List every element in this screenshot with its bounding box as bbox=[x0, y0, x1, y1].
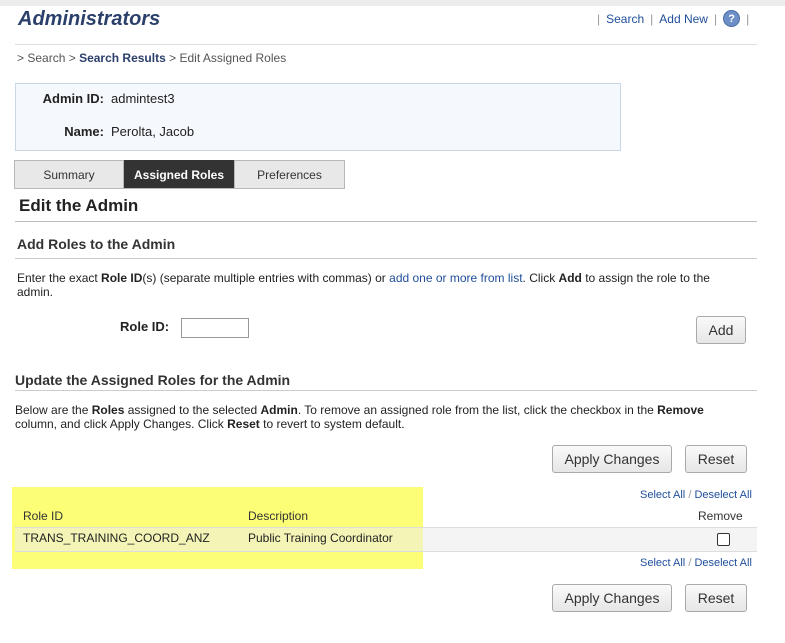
remove-checkbox[interactable] bbox=[717, 533, 730, 546]
breadcrumb-search[interactable]: Search bbox=[27, 51, 65, 65]
admin-info-box: Admin ID: admintest3 Name: Perolta, Jaco… bbox=[15, 83, 621, 151]
admin-name-value: Perolta, Jacob bbox=[111, 124, 195, 139]
tab-summary[interactable]: Summary bbox=[14, 160, 124, 188]
link-separator: | bbox=[597, 11, 601, 26]
admin-name-label: Name: bbox=[64, 124, 104, 139]
link-separator: | bbox=[746, 11, 750, 26]
header-links: | Search | Add New | ? | bbox=[597, 10, 749, 27]
page-title: Administrators bbox=[18, 8, 161, 30]
apply-changes-button[interactable]: Apply Changes bbox=[552, 445, 672, 473]
select-all-link[interactable]: Select All bbox=[640, 489, 685, 501]
add-roles-instructions: Enter the exact Role ID(s) (separate mul… bbox=[17, 271, 710, 299]
breadcrumb-current: Edit Assigned Roles bbox=[179, 51, 287, 65]
tab-preferences[interactable]: Preferences bbox=[234, 160, 345, 188]
search-link[interactable]: Search bbox=[606, 12, 644, 26]
link-separator: | bbox=[713, 11, 718, 26]
divider bbox=[15, 44, 757, 45]
column-header-role-id: Role ID bbox=[23, 509, 64, 523]
help-icon[interactable]: ? bbox=[723, 10, 741, 27]
top-strip bbox=[0, 0, 785, 6]
roles-table-header: Role ID Description Remove bbox=[15, 506, 757, 528]
deselect-all-link[interactable]: Deselect All bbox=[694, 557, 751, 569]
edit-admin-heading: Edit the Admin bbox=[19, 196, 139, 215]
update-roles-heading: Update the Assigned Roles for the Admin bbox=[15, 372, 291, 388]
description-cell: Public Training Coordinator bbox=[248, 531, 393, 545]
role-id-cell: TRANS_TRAINING_COORD_ANZ bbox=[23, 531, 210, 545]
admin-id-value: admintest3 bbox=[111, 91, 175, 106]
tab-assigned-roles[interactable]: Assigned Roles bbox=[124, 160, 234, 188]
add-button[interactable]: Add bbox=[696, 316, 746, 344]
divider bbox=[15, 258, 757, 259]
role-id-input[interactable] bbox=[181, 318, 249, 338]
divider bbox=[15, 221, 757, 222]
select-all-link[interactable]: Select All bbox=[640, 557, 685, 569]
select-controls-top: Select All / Deselect All bbox=[640, 489, 752, 501]
breadcrumb-search-results[interactable]: Search Results bbox=[79, 51, 166, 65]
select-controls-bottom: Select All / Deselect All bbox=[640, 557, 752, 569]
link-separator: | bbox=[650, 11, 654, 26]
add-new-link[interactable]: Add New bbox=[659, 12, 708, 26]
column-header-description: Description bbox=[248, 509, 309, 523]
reset-button-bottom[interactable]: Reset bbox=[685, 584, 747, 612]
tab-underline bbox=[14, 188, 345, 189]
column-header-remove: Remove bbox=[698, 509, 743, 523]
role-id-label: Role ID: bbox=[120, 319, 170, 334]
table-row: TRANS_TRAINING_COORD_ANZ Public Training… bbox=[15, 527, 757, 552]
apply-changes-button-bottom[interactable]: Apply Changes bbox=[552, 584, 672, 612]
breadcrumb: > Search > Search Results > Edit Assigne… bbox=[17, 51, 287, 65]
add-from-list-link[interactable]: add one or more from list bbox=[389, 271, 522, 285]
admin-id-label: Admin ID: bbox=[42, 91, 104, 106]
divider bbox=[15, 390, 757, 391]
reset-button[interactable]: Reset bbox=[685, 445, 747, 473]
add-roles-heading: Add Roles to the Admin bbox=[17, 236, 176, 252]
update-roles-instructions: Below are the Roles assigned to the sele… bbox=[15, 403, 704, 431]
deselect-all-link[interactable]: Deselect All bbox=[694, 489, 751, 501]
